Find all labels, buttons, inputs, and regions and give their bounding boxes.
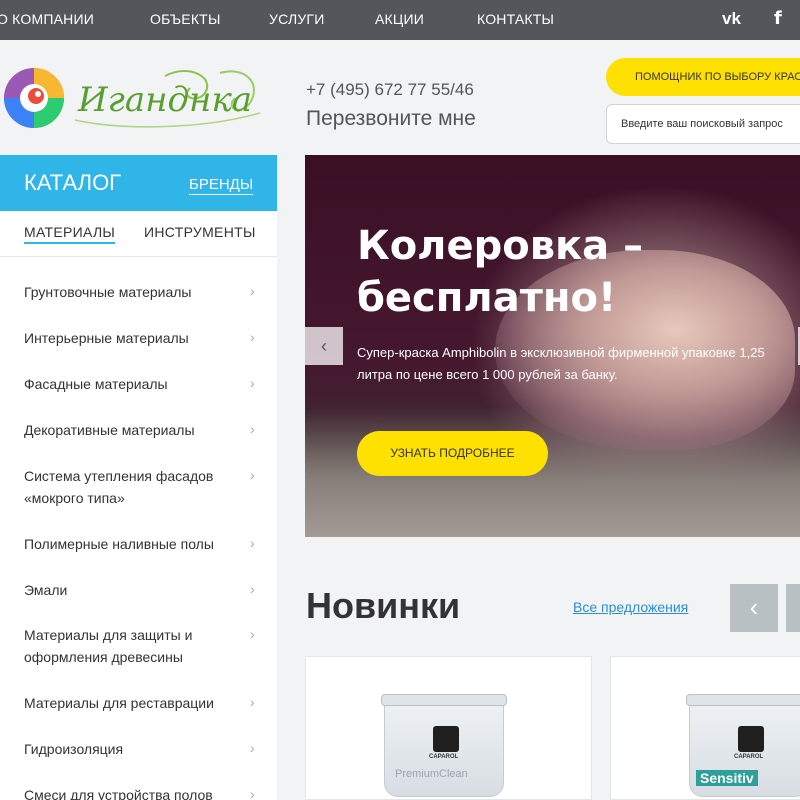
- chevron-right-icon: ›: [250, 581, 255, 597]
- product-name: Sensitiv: [696, 770, 758, 786]
- products-next-icon[interactable]: [786, 584, 800, 632]
- sidebar-item-label: Материалы для защиты и оформления древес…: [24, 627, 193, 665]
- chevron-right-icon: ›: [250, 786, 255, 800]
- sidebar-item-label: Система утепления фасадов «мокрого типа»: [24, 468, 214, 506]
- nav-services[interactable]: услуги: [269, 0, 324, 40]
- chevron-right-icon: ›: [250, 329, 255, 345]
- site-logo[interactable]: Иганднка: [0, 58, 270, 138]
- nav-contacts[interactable]: контакты: [477, 0, 554, 40]
- sidebar-item-label: Гидроизоляция: [24, 741, 124, 757]
- caparol-logo-icon: [738, 726, 764, 752]
- product-image: CAPAROL Sensitiv: [686, 694, 800, 797]
- brands-link[interactable]: БРЕНДЫ: [189, 176, 254, 195]
- sidebar-item-label: Фасадные материалы: [24, 376, 168, 392]
- chevron-right-icon: ›: [250, 694, 255, 710]
- sidebar-item-label: Полимерные наливные полы: [24, 536, 214, 552]
- facebook-icon[interactable]: f: [774, 0, 782, 40]
- chevron-right-icon: ›: [250, 467, 255, 483]
- chevron-right-icon: ›: [250, 626, 255, 642]
- bucket-rim: [686, 694, 800, 706]
- banner-title: Колеровка – бесплатно!: [357, 220, 643, 324]
- logo-text: Иганднка: [78, 80, 253, 120]
- chevron-right-icon: ›: [250, 740, 255, 756]
- sidebar-item-label: Эмали: [24, 582, 68, 598]
- products-prev-icon[interactable]: ‹: [730, 584, 778, 632]
- chevron-right-icon: ›: [250, 421, 255, 437]
- vk-icon[interactable]: vk: [722, 0, 741, 40]
- catalog-title[interactable]: КАТАЛОГ: [24, 170, 121, 196]
- product-image: CAPAROL PremiumClean: [381, 694, 507, 797]
- sidebar-item-label: Декоративные материалы: [24, 422, 195, 438]
- phone-number[interactable]: +7 (495) 672 77 55/46: [306, 80, 474, 100]
- all-offers-link[interactable]: Все предложения: [573, 599, 688, 615]
- tab-materials[interactable]: МАТЕРИАЛЫ: [24, 224, 116, 244]
- product-name: PremiumClean: [395, 768, 468, 780]
- callback-link[interactable]: Перезвоните мне: [306, 107, 476, 131]
- chevron-right-icon: ›: [250, 283, 255, 299]
- sidebar-item-label: Материалы для реставрации: [24, 695, 214, 711]
- banner-description: Супер-краска Amphibolin в эксклюзивной ф…: [357, 345, 765, 382]
- product-brand: CAPAROL: [429, 754, 459, 760]
- tab-tools[interactable]: ИНСТРУМЕНТЫ: [144, 224, 256, 240]
- product-card[interactable]: CAPAROL Sensitiv: [610, 656, 800, 800]
- catalog-sidebar: КАТАЛОГ БРЕНДЫ МАТЕРИАЛЫ ИНСТРУМЕНТЫ Гру…: [0, 155, 277, 800]
- banner-title-line1: Колеровка –: [357, 223, 644, 269]
- product-brand: CAPAROL: [734, 754, 764, 760]
- nav-about[interactable]: о компании: [0, 0, 94, 40]
- search-input[interactable]: [606, 104, 800, 144]
- sidebar-item-label: Грунтовочные материалы: [24, 284, 192, 300]
- sidebar-item-label: Интерьерные материалы: [24, 330, 189, 346]
- learn-more-button[interactable]: УЗНАТЬ ПОДРОБНЕЕ: [357, 431, 548, 476]
- product-card[interactable]: CAPAROL PremiumClean: [305, 656, 592, 800]
- bucket-rim: [381, 694, 507, 706]
- chevron-right-icon: ›: [250, 535, 255, 551]
- nav-objects[interactable]: объекты: [150, 0, 221, 40]
- caparol-logo-icon: [433, 726, 459, 752]
- new-products-title: Новинки: [306, 585, 461, 626]
- promo-banner: Колеровка – бесплатно! Супер-краска Amph…: [305, 155, 800, 537]
- nav-promotions[interactable]: акции: [375, 0, 424, 40]
- catalog-tabs: МАТЕРИАЛЫ ИНСТРУМЕНТЫ: [0, 211, 277, 257]
- top-navigation: о компании объекты услуги акции контакты…: [0, 0, 800, 40]
- banner-title-line2: бесплатно!: [357, 275, 617, 321]
- chevron-right-icon: ›: [250, 375, 255, 391]
- banner-prev-icon[interactable]: ‹: [305, 327, 343, 365]
- catalog-header: КАТАЛОГ БРЕНДЫ: [0, 155, 277, 211]
- sidebar-item-label: Смеси для устройства полов: [24, 787, 213, 800]
- paint-helper-button[interactable]: ПОМОЩНИК ПО ВЫБОРУ КРАСК: [606, 58, 800, 96]
